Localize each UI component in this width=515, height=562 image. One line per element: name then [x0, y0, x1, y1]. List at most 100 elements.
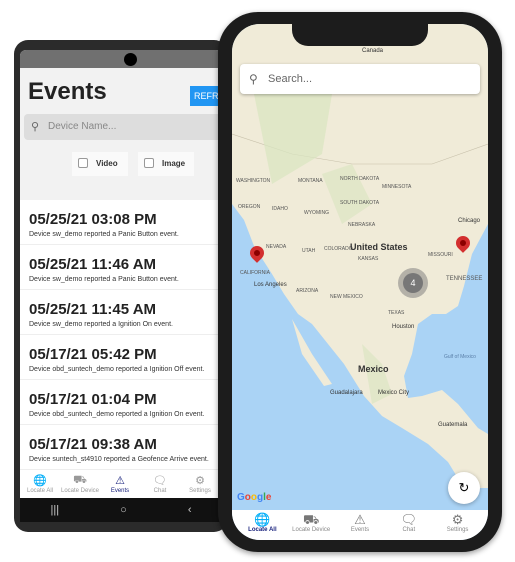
video-checkbox[interactable]: Video [72, 152, 128, 176]
event-list: 05/25/21 03:08 PM Device sw_demo reported… [20, 200, 222, 470]
video-label: Video [96, 159, 118, 168]
android-nav-bar: ||| ○ ‹ [20, 498, 222, 522]
warning-icon: ⚠ [354, 512, 366, 527]
back-icon[interactable]: ‹ [188, 504, 192, 516]
checkbox-icon [144, 158, 154, 168]
android-phone: Events REFRESH ⚲Device Name... Video Ima… [14, 40, 228, 532]
map-label: MINNESOTA [382, 184, 412, 190]
gear-icon: ⚙ [195, 475, 205, 487]
map-label: Mexico City [378, 390, 410, 396]
map-label: COLORADO [324, 246, 353, 252]
map-label: NEW MEXICO [330, 294, 363, 300]
refresh-icon: ↻ [458, 480, 470, 495]
search-placeholder: Device Name... [48, 121, 117, 132]
tab-locate-all[interactable]: 🌐 Locate All [20, 474, 60, 498]
event-desc: Device obd_suntech_demo reported a Ignit… [29, 366, 205, 373]
event-time: 05/25/21 11:45 AM [29, 301, 157, 318]
map-label: OREGON [238, 204, 261, 210]
map-label: WASHINGTON [236, 178, 271, 184]
gear-icon: ⚙ [451, 512, 464, 527]
tab-label: Chat [402, 527, 416, 533]
map-label: NEVADA [266, 244, 287, 250]
map-label: Los Angeles [254, 282, 287, 288]
map-label: Houston [392, 324, 415, 330]
map-label: TENNESSEE [446, 276, 483, 282]
tab-locate-all[interactable]: 🌐 Locate All [238, 510, 287, 540]
tab-label: Locate Device [292, 527, 331, 533]
map-label: NEBRASKA [348, 222, 376, 228]
cluster-count: 4 [403, 273, 423, 293]
tab-events[interactable]: ⚠ Events [336, 510, 385, 540]
map-label: KANSAS [358, 256, 379, 262]
truck-icon: ⛟ [303, 512, 320, 527]
bottom-tab-bar: 🌐 Locate All ⛟ Locate Device ⚠ Events 🗨 Chat… [20, 474, 222, 498]
event-item[interactable]: 05/25/21 03:08 PM Device sw_demo reported… [20, 200, 222, 245]
map-label: United States [350, 242, 408, 252]
tab-locate-device[interactable]: ⛟ Locate Device [287, 510, 336, 540]
refresh-button[interactable]: ↻ [448, 472, 480, 504]
event-time: 05/17/21 05:42 PM [29, 346, 157, 363]
chat-icon: 🗨 [153, 475, 167, 487]
tab-chat[interactable]: 🗨 Chat [140, 474, 180, 498]
map-label: ARIZONA [296, 288, 319, 294]
chat-icon: 🗨 [400, 512, 418, 527]
notch [292, 24, 428, 46]
event-item[interactable]: 05/17/21 05:42 PM Device obd_suntech_demo… [20, 335, 222, 380]
tab-events[interactable]: ⚠ Events [100, 474, 140, 498]
event-desc: Device sw_demo reported a Panic Button e… [29, 231, 179, 238]
search-placeholder: Search... [268, 73, 313, 85]
map-label: TEXAS [388, 310, 405, 316]
page-title: Events [28, 78, 107, 105]
globe-icon: 🌐 [33, 475, 47, 487]
map-label: Gulf of Mexico [444, 354, 476, 360]
map-label: WYOMING [304, 210, 329, 216]
event-time: 05/25/21 11:46 AM [29, 256, 157, 273]
tab-settings[interactable]: ⚙ Settings [433, 510, 482, 540]
globe-icon: 🌐 [254, 512, 271, 527]
image-label: Image [162, 159, 186, 168]
camera [124, 53, 137, 66]
tab-label: Settings [189, 488, 211, 494]
tab-label: Settings [446, 527, 469, 533]
checkbox-icon [78, 158, 88, 168]
map-label: Mexico [358, 364, 389, 374]
event-item[interactable]: 05/25/21 11:45 AM Device sw_demo reported… [20, 290, 222, 335]
map-label: UTAH [302, 248, 316, 254]
image-checkbox[interactable]: Image [138, 152, 194, 176]
map-label: IDAHO [272, 206, 288, 212]
map-label: Canada [362, 48, 384, 54]
recents-icon[interactable]: ||| [51, 504, 60, 516]
truck-icon: ⛟ [73, 474, 87, 486]
map-label: SOUTH DAKOTA [340, 200, 380, 206]
search-icon: ⚲ [249, 72, 258, 86]
event-item[interactable]: 05/25/21 11:46 AM Device sw_demo reported… [20, 245, 222, 290]
marker-cluster[interactable]: 4 [398, 268, 428, 298]
map-label: MISSOURI [428, 252, 453, 258]
tab-chat[interactable]: 🗨 Chat [384, 510, 433, 540]
bottom-tab-bar: 🌐 Locate All ⛟ Locate Device ⚠ Events 🗨 Chat… [232, 510, 488, 540]
tab-label: Events [110, 488, 130, 494]
event-time: 05/25/21 03:08 PM [29, 211, 157, 228]
events-header: Events REFRESH ⚲Device Name... Video Ima… [20, 68, 222, 200]
tab-label: Locate All [248, 527, 277, 533]
map-label: Guadalajara [330, 390, 363, 396]
event-desc: Device suntech_st4910 reported a Geofenc… [29, 456, 209, 463]
event-desc: Device sw_demo reported a Panic Button e… [29, 276, 179, 283]
map-label: CALIFORNIA [240, 270, 271, 276]
tab-settings[interactable]: ⚙ Settings [180, 474, 220, 498]
device-search-input[interactable]: ⚲ Device Name... [24, 114, 222, 140]
home-icon[interactable]: ○ [120, 504, 127, 516]
map-label: Guatemala [438, 422, 468, 428]
event-time: 05/17/21 09:38 AM [29, 436, 157, 453]
event-item[interactable]: 05/17/21 09:38 AM Device suntech_st4910 r… [20, 425, 222, 470]
tab-label: Locate All [26, 488, 54, 494]
tab-locate-device[interactable]: ⛟ Locate Device [60, 474, 100, 498]
event-item[interactable]: 05/17/21 01:04 PM Device obd_suntech_demo… [20, 380, 222, 425]
map-label: MONTANA [298, 178, 323, 184]
status-bar [20, 50, 222, 68]
warning-icon: ⚠ [115, 475, 125, 487]
tab-label: Locate Device [60, 488, 100, 494]
map-search-input[interactable]: ⚲ Search... [240, 64, 480, 94]
search-icon: ⚲ [31, 121, 40, 133]
iphone: Canada WASHINGTON MONTANA NORTH DAKOTA M… [218, 12, 502, 552]
